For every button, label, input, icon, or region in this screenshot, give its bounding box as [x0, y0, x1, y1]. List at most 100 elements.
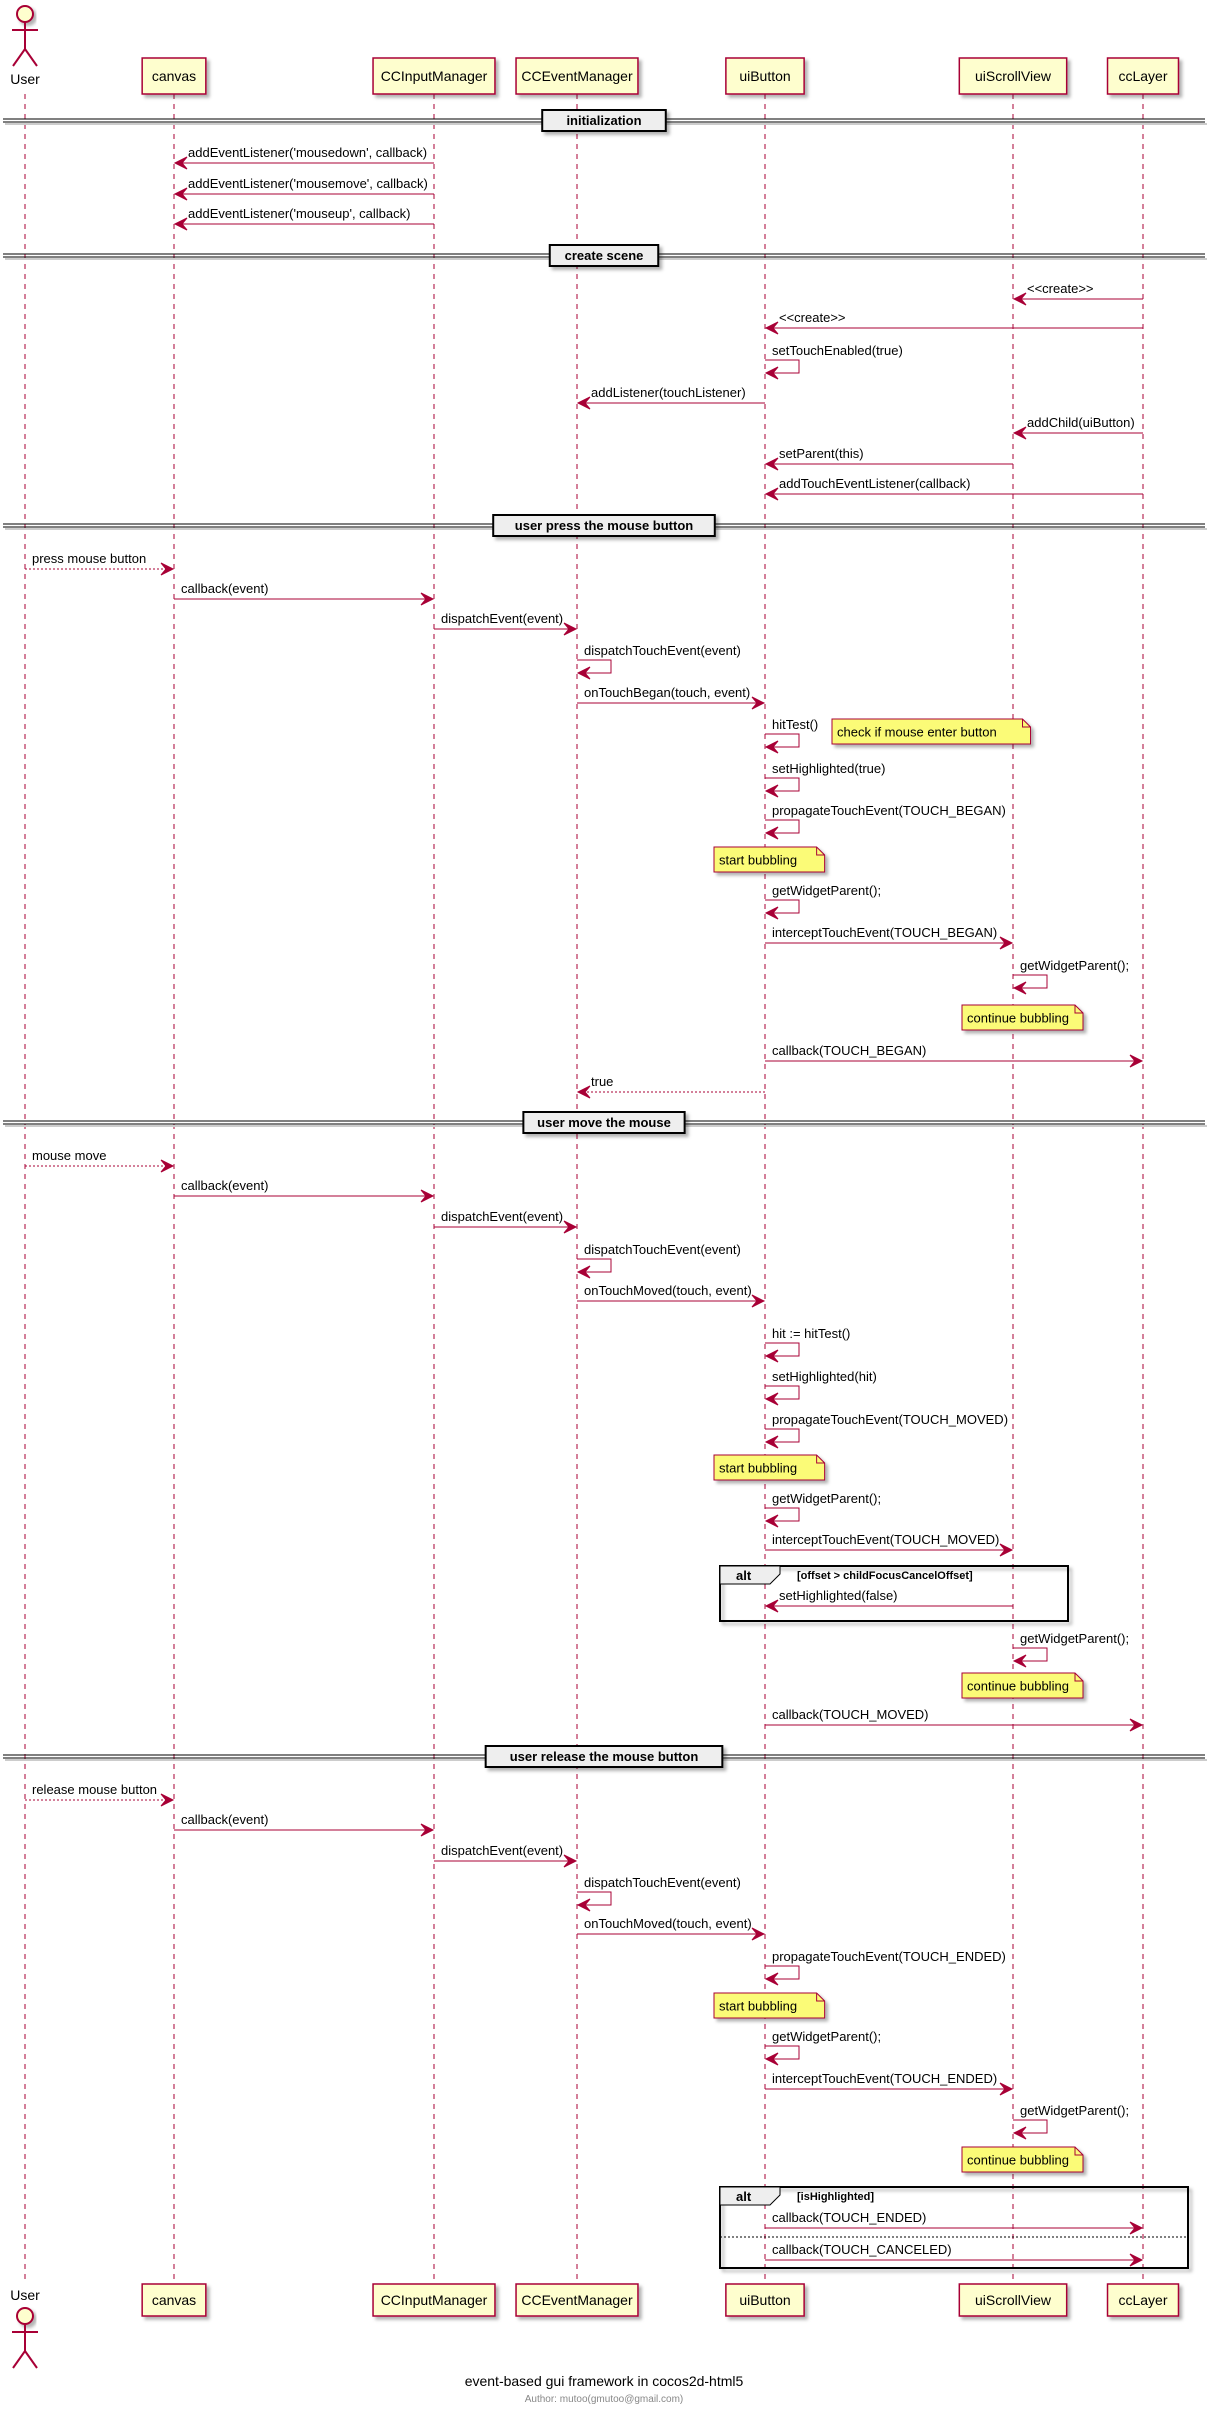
- message-label: callback(TOUCH_MOVED): [772, 1707, 929, 1722]
- participant-label: uiButton: [739, 2292, 790, 2308]
- message-label: getWidgetParent();: [772, 2029, 881, 2044]
- actor-icon-leg-right: [24, 48, 38, 67]
- message: <<create>>: [764, 310, 1143, 335]
- message-label: callback(TOUCH_ENDED): [772, 2210, 926, 2225]
- note-text: continue bubbling: [967, 1011, 1069, 1026]
- note: check if mouse enter button: [831, 718, 1032, 745]
- message: interceptTouchEvent(TOUCH_MOVED): [765, 1532, 1014, 1557]
- participant-label: CCInputManager: [381, 2292, 488, 2308]
- message: mouse move: [25, 1148, 175, 1173]
- self-message: getWidgetParent();: [764, 1491, 881, 1528]
- self-message: hit := hitTest(): [764, 1326, 850, 1363]
- message-label: <<create>>: [779, 310, 846, 325]
- note-text: check if mouse enter button: [837, 725, 997, 740]
- message: onTouchMoved(touch, event): [577, 1283, 766, 1308]
- message: addChild(uiButton): [1012, 415, 1143, 440]
- self-message: dispatchTouchEvent(event): [576, 1875, 741, 1912]
- participant-input: CCInputManager: [372, 57, 496, 95]
- note-text: start bubbling: [719, 1461, 797, 1476]
- message: callback(TOUCH_BEGAN): [765, 1043, 1144, 1068]
- message-label: setHighlighted(hit): [772, 1369, 877, 1384]
- message-label: release mouse button: [32, 1782, 157, 1797]
- message-label: getWidgetParent();: [772, 883, 881, 898]
- message-label: setHighlighted(true): [772, 761, 885, 776]
- message-label: dispatchTouchEvent(event): [584, 1242, 741, 1257]
- divider-label: initialization: [566, 113, 641, 128]
- participant-canvas: canvas: [141, 57, 207, 95]
- message: callback(event): [174, 1178, 435, 1203]
- section-divider: user press the mouse button: [3, 514, 1207, 537]
- message-label: propagateTouchEvent(TOUCH_ENDED): [772, 1949, 1006, 1964]
- participant-footer-scroll: uiScrollView: [958, 2283, 1068, 2317]
- self-message: getWidgetParent();: [764, 2029, 881, 2066]
- actor-icon-leg-right: [24, 2350, 38, 2369]
- message-label: interceptTouchEvent(TOUCH_MOVED): [772, 1532, 999, 1547]
- message-label: <<create>>: [1027, 281, 1094, 296]
- participant-label: CCEventManager: [521, 68, 633, 84]
- message-label: setHighlighted(false): [779, 1588, 898, 1603]
- message-label: getWidgetParent();: [1020, 1631, 1129, 1646]
- participant-footer-canvas: canvas: [141, 2283, 207, 2317]
- message-label: callback(TOUCH_CANCELED): [772, 2242, 952, 2257]
- message-label: addEventListener('mousedown', callback): [188, 145, 427, 160]
- message-label: callback(TOUCH_BEGAN): [772, 1043, 926, 1058]
- message-label: dispatchEvent(event): [441, 1209, 563, 1224]
- participant-label: uiScrollView: [975, 68, 1052, 84]
- message-label: onTouchMoved(touch, event): [584, 1916, 752, 1931]
- message-label: getWidgetParent();: [1020, 958, 1129, 973]
- section-divider: user release the mouse button: [3, 1745, 1207, 1768]
- message-label: dispatchTouchEvent(event): [584, 643, 741, 658]
- message-label: dispatchEvent(event): [441, 611, 563, 626]
- note: start bubbling: [713, 1454, 826, 1481]
- participant-label: uiScrollView: [975, 2292, 1052, 2308]
- message: callback(TOUCH_ENDED): [765, 2210, 1144, 2235]
- message-label: setParent(this): [779, 446, 864, 461]
- message-label: true: [591, 1074, 613, 1089]
- message: dispatchEvent(event): [434, 1209, 578, 1234]
- self-message: setHighlighted(hit): [764, 1369, 877, 1406]
- self-message: getWidgetParent();: [1012, 2103, 1129, 2140]
- message-label: dispatchTouchEvent(event): [584, 1875, 741, 1890]
- note-text: continue bubbling: [967, 2153, 1069, 2168]
- participant-footer-button: uiButton: [725, 2283, 805, 2317]
- alt-guard: [offset > childFocusCancelOffset]: [797, 1570, 973, 1582]
- participant-footer-layer: ccLayer: [1106, 2283, 1180, 2317]
- message-label: setTouchEnabled(true): [772, 343, 903, 358]
- self-message: dispatchTouchEvent(event): [576, 643, 741, 680]
- diagram-author: Author: mutoo(gmutoo@gmail.com): [525, 2394, 684, 2405]
- message: addTouchEventListener(callback): [764, 476, 1143, 501]
- divider-label: create scene: [565, 248, 644, 263]
- message: setParent(this): [764, 446, 1013, 471]
- message-label: addListener(touchListener): [591, 385, 746, 400]
- participant-label: canvas: [152, 2292, 196, 2308]
- message: dispatchEvent(event): [434, 1843, 578, 1868]
- message: dispatchEvent(event): [434, 611, 578, 636]
- message-label: mouse move: [32, 1148, 106, 1163]
- participant-label: User: [10, 2287, 40, 2303]
- self-message: getWidgetParent();: [1012, 1631, 1129, 1668]
- note: continue bubbling: [961, 1672, 1084, 1699]
- actor-icon-head: [16, 5, 34, 23]
- message-label: propagateTouchEvent(TOUCH_BEGAN): [772, 803, 1006, 818]
- message: release mouse button: [25, 1782, 175, 1807]
- participant-button: uiButton: [725, 57, 805, 95]
- message-label: interceptTouchEvent(TOUCH_BEGAN): [772, 925, 997, 940]
- message-label: callback(event): [181, 581, 268, 596]
- message-label: addEventListener('mousemove', callback): [188, 176, 428, 191]
- message: setHighlighted(false): [764, 1588, 1013, 1613]
- sequence-diagram: User canvas CCInputManager CCEventManager ui…: [3, 5, 1207, 2405]
- note: continue bubbling: [961, 1004, 1084, 1031]
- note-text: start bubbling: [719, 853, 797, 868]
- section-divider: user move the mouse: [3, 1111, 1207, 1134]
- message-label: hitTest(): [772, 717, 818, 732]
- participant-user: User: [10, 5, 40, 87]
- message-label: addChild(uiButton): [1027, 415, 1135, 430]
- participant-footer-user: User: [10, 2287, 40, 2369]
- note: continue bubbling: [961, 2146, 1084, 2173]
- participant-label: CCInputManager: [381, 68, 488, 84]
- message-label: getWidgetParent();: [772, 1491, 881, 1506]
- actor-icon-leg-left: [12, 2350, 26, 2369]
- message-label: getWidgetParent();: [1020, 2103, 1129, 2118]
- message: <<create>>: [1012, 281, 1143, 306]
- section-divider: create scene: [3, 244, 1207, 267]
